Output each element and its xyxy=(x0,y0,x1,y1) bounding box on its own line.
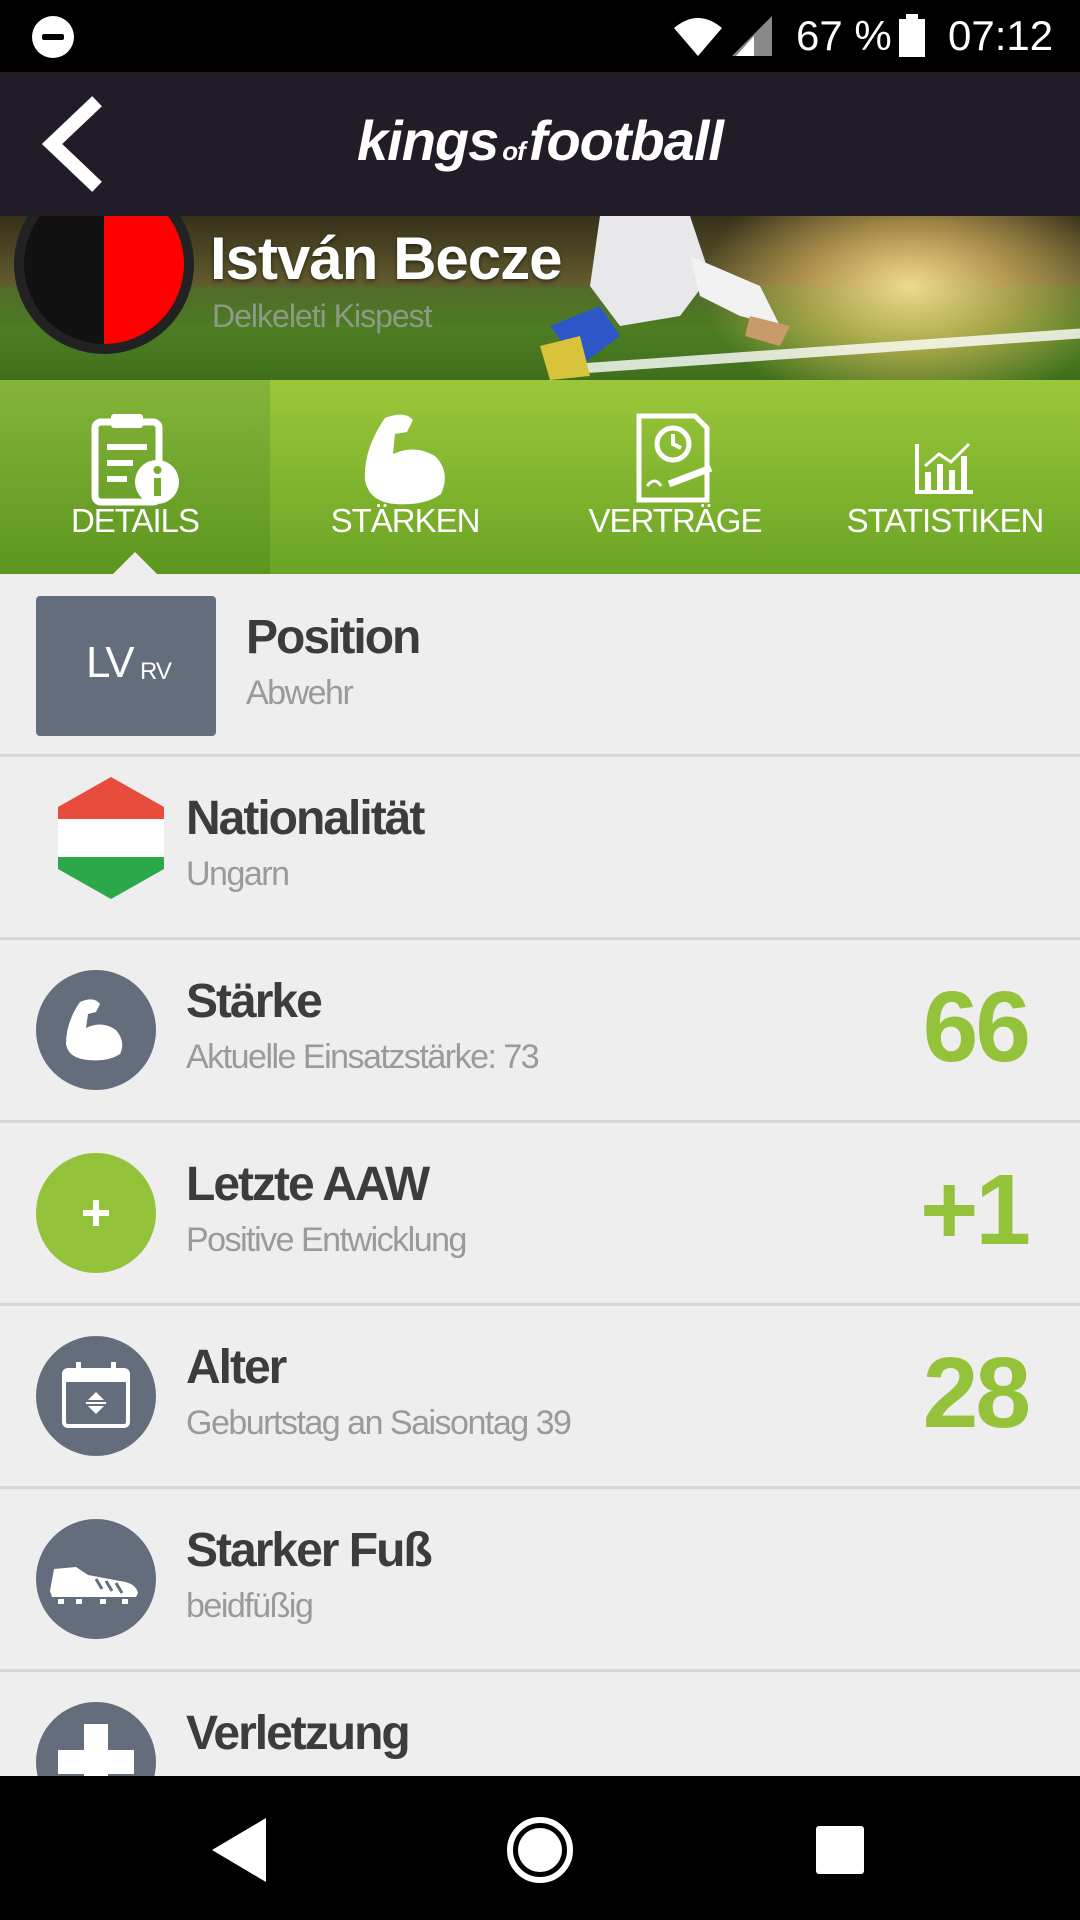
tab-staerken[interactable]: STÄRKEN xyxy=(270,380,540,574)
nav-home-icon[interactable] xyxy=(502,1812,578,1888)
hungary-flag-icon xyxy=(58,777,164,899)
last-aaw-value: +1 xyxy=(919,1154,1031,1266)
club-crest xyxy=(14,216,194,354)
detail-row-strong-foot[interactable]: Starker Fuß beidfüßig xyxy=(0,1489,1080,1672)
logo-football: football xyxy=(528,109,724,172)
detail-row-last-aaw[interactable]: Letzte AAW Positive Entwicklung +1 xyxy=(0,1123,1080,1306)
shoe-icon-circle xyxy=(36,1519,156,1639)
tab-vertraege-label: VERTRÄGE xyxy=(588,502,763,539)
logo-of: of xyxy=(502,136,526,166)
player-photo xyxy=(540,216,790,380)
do-not-disturb-icon xyxy=(32,16,74,58)
position-main: LV xyxy=(86,638,135,687)
tab-vertraege[interactable]: VERTRÄGE xyxy=(540,380,810,574)
app-bar: kings offootball xyxy=(0,72,1080,216)
injury-title: Verletzung xyxy=(186,1707,411,1760)
system-nav-bar xyxy=(0,1776,1080,1920)
tab-details[interactable]: DETAILS xyxy=(0,380,270,574)
position-subtitle: Abwehr xyxy=(246,674,354,712)
position-badge: LV RV xyxy=(36,596,216,736)
detail-row-position[interactable]: LV RV Position Abwehr xyxy=(0,574,1080,757)
football-boot-icon xyxy=(50,1567,138,1604)
contract-clock-icon xyxy=(636,413,713,503)
detail-row-strength[interactable]: Stärke Aktuelle Einsatzstärke: 73 66 xyxy=(0,940,1080,1123)
position-title: Position xyxy=(246,611,421,664)
tab-staerken-label: STÄRKEN xyxy=(330,502,481,539)
nationality-subtitle: Ungarn xyxy=(186,855,290,893)
calendar-icon-circle xyxy=(36,1336,156,1456)
strength-title: Stärke xyxy=(186,975,323,1028)
clipboard-info-icon xyxy=(91,414,179,506)
club-name: Delkeleti Kispest xyxy=(212,298,433,334)
calendar-icon xyxy=(62,1362,130,1428)
clock: 07:12 xyxy=(948,12,1054,59)
active-tab-indicator xyxy=(113,552,157,574)
app-logo: kings offootball xyxy=(0,108,1080,173)
nationality-title: Nationalität xyxy=(186,792,425,845)
tab-statistiken[interactable]: STATISTIKEN xyxy=(810,380,1080,574)
battery-icon xyxy=(899,14,925,57)
strength-icon-circle xyxy=(36,970,156,1090)
age-value: 28 xyxy=(922,1337,1031,1449)
wifi-icon xyxy=(674,18,722,56)
details-list: LV RV Position Abwehr Nationalität Ungar… xyxy=(0,574,1080,1776)
battery-percent: 67 % xyxy=(796,12,892,59)
last-aaw-subtitle: Positive Entwicklung xyxy=(186,1221,467,1259)
logo-kings: kings xyxy=(357,109,499,172)
nav-back-icon[interactable] xyxy=(202,1812,278,1888)
plus-icon xyxy=(83,1200,109,1226)
age-title: Alter xyxy=(186,1341,287,1394)
status-bar: 67 % 07:12 xyxy=(0,0,1080,72)
last-aaw-title: Letzte AAW xyxy=(186,1158,430,1211)
age-subtitle: Geburtstag an Saisontag 39 xyxy=(186,1404,572,1442)
strong-foot-title: Starker Fuß xyxy=(186,1524,433,1577)
player-name: István Becze xyxy=(210,225,563,292)
bar-chart-icon xyxy=(915,442,973,494)
strength-value: 66 xyxy=(922,971,1031,1083)
medical-cross-icon-circle xyxy=(36,1702,156,1776)
plus-icon-circle xyxy=(36,1153,156,1273)
tab-bar: DETAILS STÄRKEN VERTRÄGE STATISTIKEN xyxy=(0,380,1080,574)
detail-row-injury[interactable]: Verletzung xyxy=(0,1672,1080,1776)
strong-foot-subtitle: beidfüßig xyxy=(186,1587,314,1625)
biceps-icon xyxy=(364,414,445,505)
strength-subtitle: Aktuelle Einsatzstärke: 73 xyxy=(186,1038,540,1076)
detail-row-age[interactable]: Alter Geburtstag an Saisontag 39 28 xyxy=(0,1306,1080,1489)
detail-row-nationality[interactable]: Nationalität Ungarn xyxy=(0,757,1080,940)
cellular-signal-icon xyxy=(732,16,772,56)
nav-recents-icon[interactable] xyxy=(802,1812,878,1888)
player-header: István Becze Delkeleti Kispest xyxy=(0,216,1080,380)
tab-statistiken-label: STATISTIKEN xyxy=(846,502,1045,539)
position-secondary: RV xyxy=(140,658,172,685)
medical-cross-icon xyxy=(58,1724,134,1776)
biceps-icon xyxy=(66,999,123,1061)
tab-details-label: DETAILS xyxy=(70,502,200,539)
